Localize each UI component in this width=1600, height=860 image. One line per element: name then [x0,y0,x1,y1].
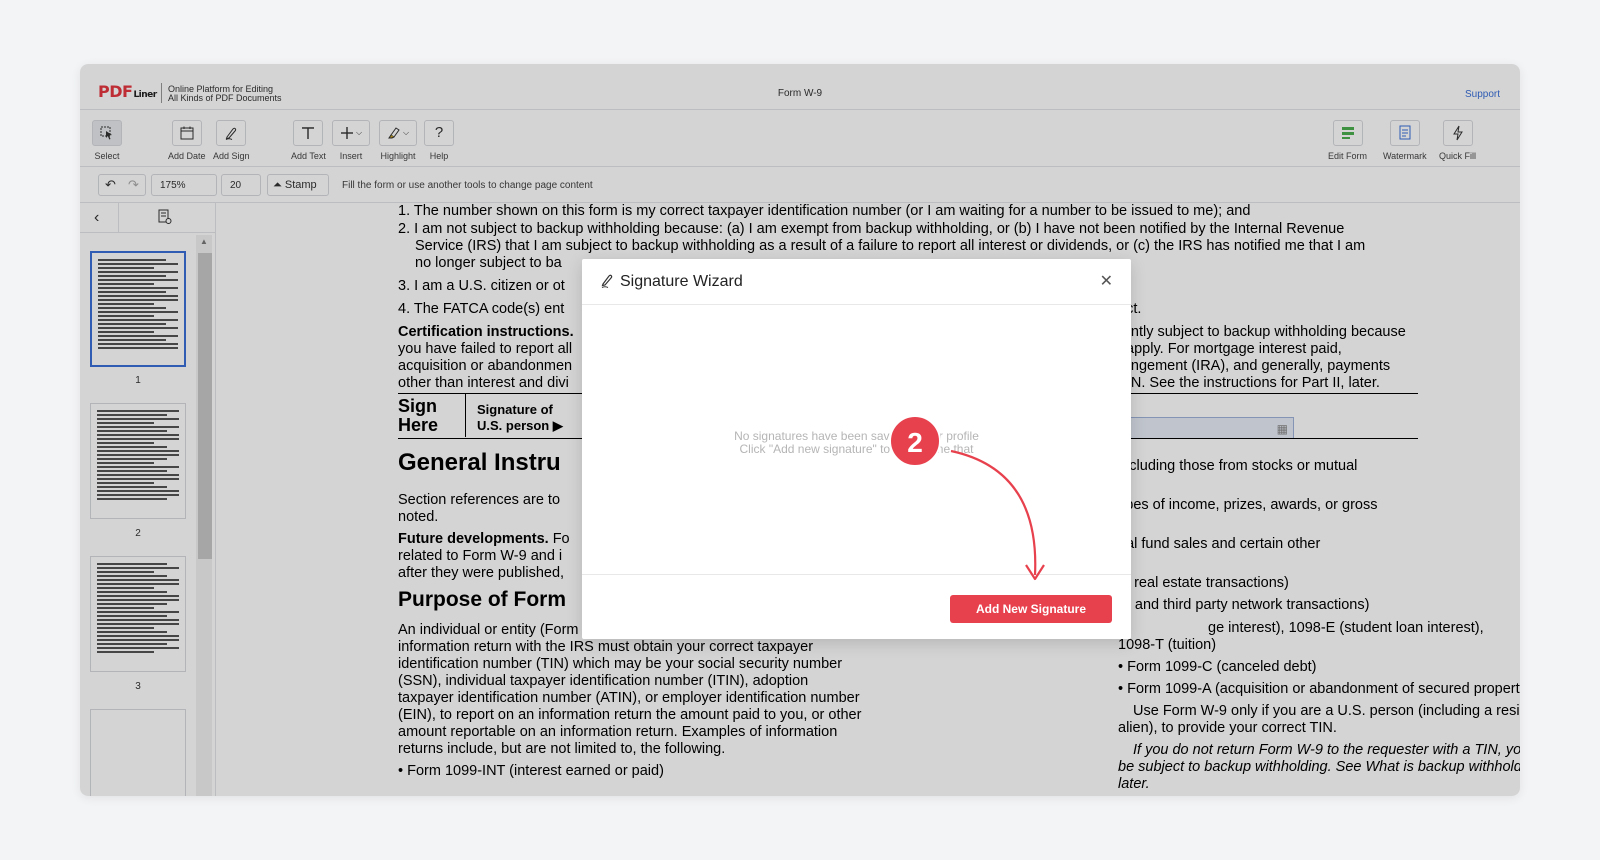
close-icon[interactable]: ✕ [1100,271,1113,291]
step-badge: 2 [889,415,941,467]
empty-state-message: No signatures have been saved to your pr… [582,430,1131,456]
pen-icon [600,273,614,292]
modal-footer-divider [582,574,1131,575]
modal-header: Signature Wizard ✕ [582,259,1131,305]
modal-title: Signature Wizard [620,273,743,290]
signature-wizard-modal: Signature Wizard ✕ No signatures have be… [582,259,1131,639]
empty-state-line-2: Click "Add new signature" to create one … [739,442,974,456]
add-new-signature-button[interactable]: Add New Signature [950,595,1112,623]
